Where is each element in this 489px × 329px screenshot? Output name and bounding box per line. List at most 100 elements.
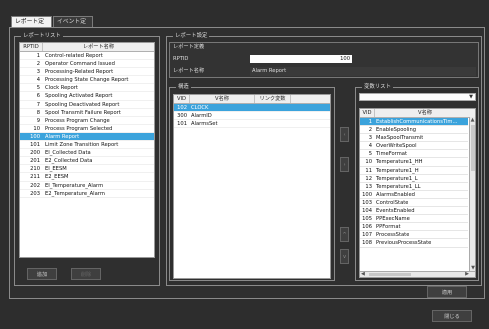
move-down-button[interactable]: v	[340, 249, 349, 264]
report-id: 8	[36, 109, 40, 116]
arrow-down-icon: v	[342, 254, 347, 260]
report-list-item[interactable]: 10 Process Program Selected	[20, 125, 154, 133]
apply-button[interactable]: 適用	[427, 286, 467, 298]
arrow-right-icon: ›	[343, 162, 346, 168]
tab-event-definition[interactable]: イベント定義	[53, 16, 93, 36]
report-id: 5	[36, 85, 40, 92]
variable-list-item[interactable]: 1 EstablishCommunicationsTim...	[360, 118, 468, 127]
report-name: E2_EESM	[45, 174, 69, 181]
report-id: 210	[30, 166, 40, 173]
variable-vid: 103	[362, 199, 372, 206]
main-panel: レポートリスト RPTID レポート名称 1 Control-related Re…	[9, 27, 485, 299]
variable-name: Temperature1_H	[376, 167, 419, 174]
variable-list-item[interactable]: 13 Temperature1_LL	[360, 183, 468, 191]
hscrollbar-thumb[interactable]	[369, 273, 411, 276]
variable-list-item[interactable]: 104 EventsEnabled	[360, 207, 468, 216]
variable-list-vscrollbar[interactable]: ▲ ▼	[469, 117, 475, 271]
report-id: 211	[30, 174, 40, 181]
report-list-item[interactable]: 200 EI_Collected Data	[20, 149, 154, 158]
move-up-button[interactable]: ^	[340, 227, 349, 242]
close-button[interactable]: 閉じる	[432, 310, 472, 322]
variable-list-item[interactable]: 3 MaxSpoolTransmit	[360, 134, 468, 143]
report-id: 7	[36, 101, 40, 108]
variable-list-item[interactable]: 107 ProcessState	[360, 231, 468, 240]
variable-list-item[interactable]: 103 ControlState	[360, 199, 468, 208]
variable-name: Temperature1_L	[376, 175, 418, 182]
report-name: Spooling Activated Report	[45, 93, 113, 100]
variable-vid: 100	[362, 191, 372, 198]
report-name: E2_Collected Data	[45, 158, 93, 165]
structure-table[interactable]: VID V名称 リンク変数 102 CLOCK 300 AlarmID 101 Alarm…	[173, 94, 331, 279]
variable-name: EventsEnabled	[376, 208, 415, 215]
variable-list-item[interactable]: 105 PPExecName	[360, 215, 468, 224]
variable-vid: 107	[362, 232, 372, 239]
structure-link-variable[interactable]	[255, 120, 290, 127]
report-list[interactable]: RPTID レポート名称 1 Control-related Report 2 Ope…	[19, 42, 155, 258]
structure-row[interactable]: 300 AlarmID	[174, 112, 330, 121]
report-id: 100	[30, 133, 40, 140]
variable-list-item[interactable]: 12 Temperature1_L	[360, 175, 468, 183]
move-right-button[interactable]: ›	[340, 157, 349, 172]
variable-vid: 3	[368, 135, 372, 142]
variable-vid: 105	[362, 216, 372, 223]
variable-list-item[interactable]: 5 TimeFormat	[360, 150, 468, 159]
report-list-item[interactable]: 7 Spooling Deactivated Report	[20, 101, 154, 109]
report-list-item[interactable]: 203 E2_Temperature_Alarm	[20, 190, 154, 198]
report-list-item[interactable]: 4 Processing State Change Report	[20, 76, 154, 85]
structure-row[interactable]: 101 AlarmsSet	[174, 120, 330, 129]
variable-vid: 2	[368, 127, 372, 134]
variable-filter-dropdown[interactable]: ▼	[359, 93, 476, 101]
variable-name: OverWriteSpool	[376, 143, 417, 150]
report-list-item[interactable]: 2 Operator Command Issued	[20, 60, 154, 69]
variable-name: PPFormat	[376, 224, 401, 231]
report-name: Processing-Related Report	[45, 69, 114, 76]
add-button[interactable]: 追加	[27, 268, 57, 280]
report-name: EI_Temperature_Alarm	[45, 182, 104, 189]
delete-button[interactable]: 削除	[71, 268, 101, 280]
report-name: Process Program Change	[45, 117, 110, 124]
variable-list-item[interactable]: 10 Temperature1_HH	[360, 158, 468, 167]
column-header-report-name: レポート名称	[82, 44, 115, 50]
variable-name: PreviousProcessState	[376, 240, 432, 247]
report-list-item[interactable]: 201 E2_Collected Data	[20, 157, 154, 166]
report-list-item[interactable]: 1 Control-related Report	[20, 52, 154, 61]
report-id: 3	[36, 69, 40, 76]
report-id: 200	[30, 150, 40, 157]
rptid-input[interactable]: 100	[250, 55, 352, 63]
variable-list-item[interactable]: 100 AlarmsEnabled	[360, 191, 468, 199]
structure-row[interactable]: 102 CLOCK	[174, 104, 330, 113]
report-list-item[interactable]: 210 EI_EESM	[20, 165, 154, 174]
variable-list-item[interactable]: 4 OverWriteSpool	[360, 142, 468, 151]
variable-list-item[interactable]: 106 PPFormat	[360, 223, 468, 232]
report-list-item[interactable]: 100 Alarm Report	[20, 132, 154, 142]
report-list-item[interactable]: 8 Spool Transmit Failure Report	[20, 109, 154, 117]
report-list-item[interactable]: 3 Processing-Related Report	[20, 68, 154, 77]
report-list-item[interactable]: 9 Process Program Change	[20, 117, 154, 125]
report-list-item[interactable]: 101 Limit Zone Transition Report	[20, 141, 154, 150]
structure-label: 構造	[176, 84, 191, 91]
report-name-field[interactable]: Alarm Report	[250, 67, 476, 76]
variable-list-item[interactable]: 2 EnableSpooling	[360, 126, 468, 135]
variable-list-item[interactable]: 11 Temperature1_H	[360, 167, 468, 175]
arrow-left-icon: ‹	[343, 132, 346, 138]
structure-v-name: AlarmID	[191, 113, 212, 120]
scrollbar-thumb[interactable]	[471, 125, 475, 171]
structure-link-variable[interactable]	[255, 112, 290, 119]
report-list-item[interactable]: 202 EI_Temperature_Alarm	[20, 182, 154, 190]
structure-link-variable[interactable]	[255, 104, 290, 111]
report-list-item[interactable]: 5 Clock Report	[20, 84, 154, 93]
report-list-item[interactable]: 211 E2_EESM	[20, 173, 154, 182]
variable-list-item[interactable]: 108 PreviousProcessState	[360, 239, 468, 248]
scroll-up-icon: ▲	[470, 117, 475, 123]
report-name: Operator Command Issued	[45, 61, 115, 68]
report-id: 1	[36, 53, 40, 59]
report-id: 202	[30, 182, 40, 189]
variable-name: AlarmsEnabled	[376, 191, 415, 198]
move-left-button[interactable]: ‹	[340, 127, 349, 142]
variable-list-hscrollbar[interactable]: ◀ ▶	[360, 271, 475, 277]
variable-list[interactable]: VID V名称 1 EstablishCommunicationsTim... 2 E…	[359, 108, 476, 278]
variable-vid: 104	[362, 208, 372, 215]
report-name: EI_Collected Data	[45, 150, 91, 157]
report-list-item[interactable]: 6 Spooling Activated Report	[20, 92, 154, 101]
report-id: 6	[36, 93, 40, 100]
